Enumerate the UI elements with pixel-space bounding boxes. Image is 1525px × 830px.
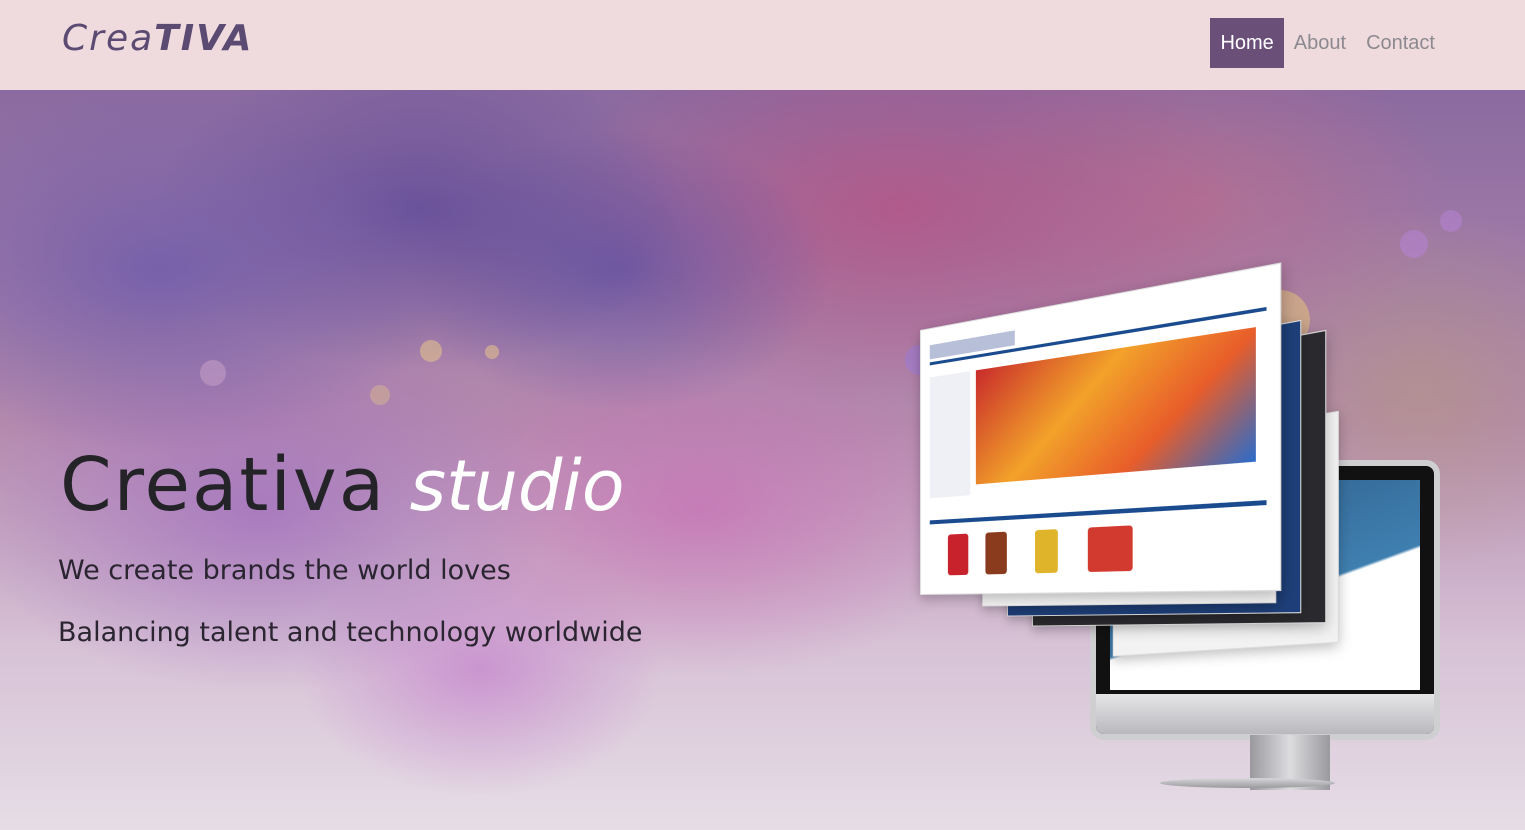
nav-link-home[interactable]: Home bbox=[1210, 18, 1284, 68]
hero-tagline-1: We create brands the world loves bbox=[58, 555, 511, 586]
hero-section: Creativa studio We create brands the wor… bbox=[0, 90, 1525, 830]
website-mockup-illustration bbox=[880, 262, 1460, 800]
hero-title: Creativa studio bbox=[60, 442, 625, 528]
paint-splatter bbox=[370, 385, 390, 405]
nav-link-contact[interactable]: Contact bbox=[1356, 18, 1445, 68]
product-thumbnail bbox=[985, 531, 1007, 575]
product-thumbnail bbox=[947, 533, 969, 576]
nav-link-about[interactable]: About bbox=[1284, 18, 1356, 68]
website-pages-icon bbox=[920, 262, 1282, 595]
hero-title-main: Creativa bbox=[60, 442, 387, 528]
page-sidebar bbox=[929, 371, 971, 499]
paint-splatter bbox=[1400, 230, 1428, 258]
brand-text-light: Crea bbox=[62, 18, 155, 59]
product-thumbnail bbox=[1035, 529, 1058, 574]
paint-splatter bbox=[485, 345, 499, 359]
page-logo bbox=[929, 330, 1015, 360]
main-nav: Home About Contact bbox=[1210, 18, 1445, 68]
monitor-base bbox=[1160, 778, 1335, 788]
navbar: CreaTIVA Home About Contact bbox=[0, 0, 1525, 90]
page-divider bbox=[929, 500, 1267, 525]
paint-splatter bbox=[1440, 210, 1462, 232]
product-thumbnail bbox=[1087, 525, 1133, 573]
paint-splatter bbox=[420, 340, 442, 362]
brand-text-bold: TIVA bbox=[154, 18, 254, 59]
paint-splatter bbox=[200, 360, 226, 386]
hero-title-accent: studio bbox=[409, 445, 625, 527]
brand-logo[interactable]: CreaTIVA bbox=[62, 18, 253, 59]
hero-tagline-2: Balancing talent and technology worldwid… bbox=[58, 617, 643, 648]
monitor-chin bbox=[1096, 694, 1434, 734]
